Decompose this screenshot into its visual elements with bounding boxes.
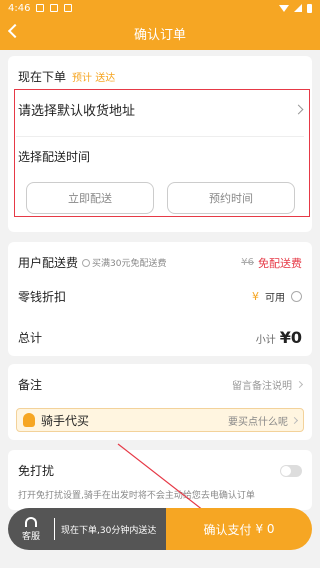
subtotal-value: ¥0 bbox=[279, 328, 302, 347]
confirm-pay-button[interactable]: 确认支付 ¥ 0 bbox=[166, 508, 312, 550]
coin-radio[interactable] bbox=[291, 291, 302, 302]
free-hint: 买满30元免配送费 bbox=[82, 256, 166, 269]
service-label: 客服 bbox=[21, 531, 40, 542]
remark-placeholder: 留言备注说明 bbox=[232, 381, 292, 392]
total-label: 总计 bbox=[18, 331, 43, 345]
fee-card: 用户配送费 买满30元免配送费 ¥6 免配送费 零钱折扣 ¥ 可用 总计 小计 … bbox=[8, 242, 312, 356]
divider bbox=[16, 136, 304, 137]
dnd-card: 免打扰 打开免打扰设置,骑手在出发时将不会主动给您去电确认订单 bbox=[8, 450, 312, 510]
fee-value: ¥6 免配送费 bbox=[241, 255, 302, 271]
original-fee: ¥6 bbox=[241, 257, 254, 268]
chevron-right-icon bbox=[293, 104, 304, 115]
download-icon bbox=[50, 4, 59, 12]
free-hint-text: 买满30元免配送费 bbox=[92, 259, 167, 269]
subtotal-label: 小计 bbox=[255, 335, 276, 346]
dnd-toggle[interactable] bbox=[280, 464, 302, 477]
remark-placeholder-wrap: 留言备注说明 bbox=[232, 377, 304, 392]
rider-icon bbox=[23, 413, 35, 427]
dnd-description: 打开免打扰设置,骑手在出发时将不会主动给您去电确认订单 bbox=[18, 491, 255, 501]
coin-discount-row[interactable]: 零钱折扣 ¥ 可用 bbox=[18, 288, 302, 305]
order-card: 现在下单 预计 送达 请选择默认收货地址 选择配送时间 立即配送 预约时间 bbox=[8, 56, 312, 232]
headset-icon bbox=[25, 516, 37, 527]
delivery-fee-label: 用户配送费 bbox=[18, 256, 79, 270]
delivery-time-row: 选择配送时间 bbox=[18, 148, 302, 165]
pay-label: 确认支付 bbox=[203, 522, 252, 537]
delivery-tip: 现在下单,30分钟内送达 bbox=[61, 525, 157, 536]
remark-label: 备注 bbox=[18, 378, 43, 392]
signal-icon bbox=[294, 4, 302, 12]
coin-available: 可用 bbox=[265, 293, 285, 304]
notification-icon bbox=[36, 4, 45, 12]
rider-buy-hint-wrap: 要买点什么呢 bbox=[228, 413, 299, 428]
app-icon bbox=[64, 4, 73, 12]
address-label: 请选择默认收货地址 bbox=[18, 104, 136, 119]
chevron-right-icon bbox=[290, 416, 299, 424]
service-button[interactable]: 客服 bbox=[14, 516, 48, 542]
deliver-now-button[interactable]: 立即配送 bbox=[26, 182, 154, 214]
status-time: 4:46 bbox=[8, 2, 31, 14]
delivery-fee-row: 用户配送费 买满30元免配送费 ¥6 免配送费 bbox=[18, 254, 302, 271]
dnd-label: 免打扰 bbox=[18, 464, 55, 478]
free-fee-label: 免配送费 bbox=[258, 256, 302, 270]
rider-buy-hint: 要买点什么呢 bbox=[228, 416, 288, 428]
page-title: 确认订单 bbox=[133, 27, 186, 43]
dnd-row: 免打扰 bbox=[18, 462, 302, 479]
battery-icon bbox=[307, 3, 312, 13]
pay-amount: ¥ 0 bbox=[255, 522, 275, 536]
coin-discount-label: 零钱折扣 bbox=[18, 290, 67, 304]
coin-option: ¥ 可用 bbox=[252, 289, 302, 304]
nav-bar: 确认订单 bbox=[0, 16, 320, 50]
coin-icon: ¥ bbox=[252, 290, 259, 303]
wifi-icon bbox=[279, 4, 289, 12]
order-now-row: 现在下单 预计 送达 bbox=[18, 68, 302, 85]
delivery-time-label: 选择配送时间 bbox=[18, 150, 91, 164]
bottom-bar: 客服 现在下单,30分钟内送达 确认支付 ¥ 0 bbox=[8, 508, 312, 550]
info-icon bbox=[82, 258, 91, 267]
order-now-title: 现在下单 bbox=[18, 70, 67, 84]
eta-text: 预计 送达 bbox=[72, 73, 116, 84]
bottom-left: 客服 现在下单,30分钟内送达 bbox=[8, 508, 166, 550]
address-row[interactable]: 请选择默认收货地址 bbox=[18, 100, 304, 119]
total-value: 小计 ¥0 bbox=[256, 328, 302, 347]
back-icon[interactable] bbox=[7, 23, 23, 39]
divider bbox=[54, 518, 55, 540]
status-bar: 4:46 bbox=[0, 0, 320, 16]
reserve-time-button[interactable]: 预约时间 bbox=[167, 182, 295, 214]
chevron-right-icon bbox=[295, 380, 304, 389]
remark-card: 备注 留言备注说明 骑手代买 要买点什么呢 bbox=[8, 364, 312, 440]
rider-buy-label: 骑手代买 bbox=[41, 413, 90, 428]
total-row: 总计 小计 ¥0 bbox=[18, 328, 302, 347]
rider-buy-row[interactable]: 骑手代买 要买点什么呢 bbox=[16, 408, 304, 432]
remark-row[interactable]: 备注 留言备注说明 bbox=[18, 376, 304, 393]
